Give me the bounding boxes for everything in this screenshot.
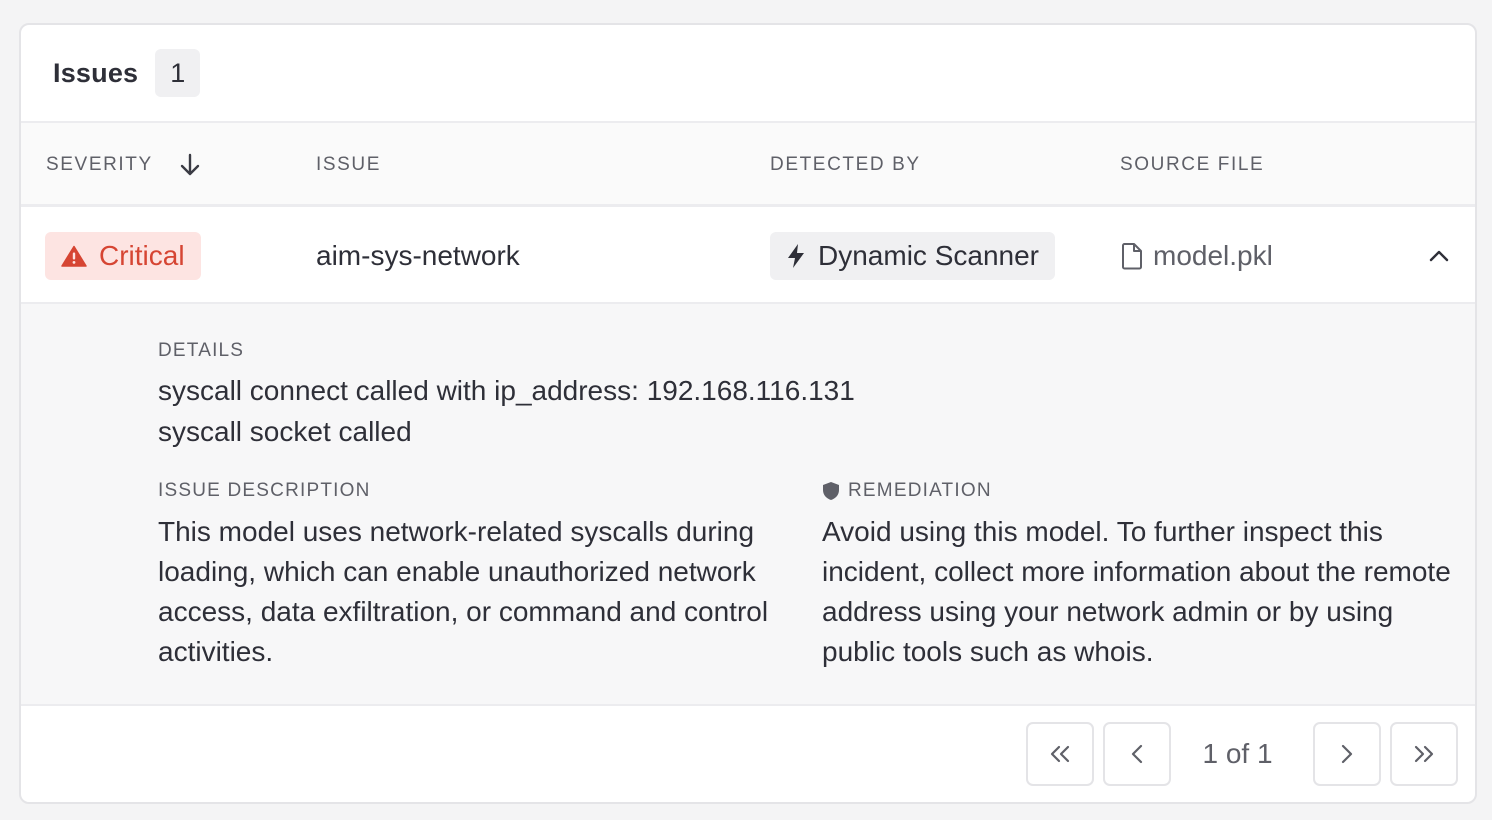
issue-description-section: ISSUE DESCRIPTION This model uses networ… (158, 480, 798, 672)
detected-by-badge: Dynamic Scanner (770, 231, 1055, 280)
last-page-button[interactable] (1390, 722, 1458, 786)
remediation-text: Avoid using this model. To further inspe… (822, 516, 1451, 667)
table-header: SEVERITY ISSUE DETECTED BY SOURCE FILE (21, 123, 1475, 207)
column-header-issue[interactable]: ISSUE (316, 123, 381, 207)
issues-panel: Issues 1 SEVERITY ISSUE DETECTED BY SOUR… (19, 23, 1477, 804)
first-page-button[interactable] (1026, 722, 1094, 786)
detected-by-cell: Dynamic Scanner (770, 207, 1055, 304)
detected-by-label: Dynamic Scanner (818, 239, 1039, 271)
shield-icon (822, 481, 840, 501)
severity-cell: Critical (45, 207, 201, 304)
source-file-cell: model.pkl (1121, 207, 1273, 304)
next-page-button[interactable] (1313, 722, 1381, 786)
source-file-name: model.pkl (1153, 239, 1273, 271)
chevron-up-icon (1429, 250, 1449, 262)
chevrons-left-icon (1049, 745, 1071, 763)
previous-page-button[interactable] (1103, 722, 1171, 786)
column-header-detected-by[interactable]: DETECTED BY (770, 123, 921, 207)
column-header-severity[interactable]: SEVERITY (46, 123, 201, 207)
remediation-label: REMEDIATION (848, 480, 992, 501)
expanded-details-panel: DETAILS syscall connect called with ip_a… (21, 304, 1475, 706)
issue-description-label: ISSUE DESCRIPTION (158, 480, 371, 501)
details-section: DETAILS syscall connect called with ip_a… (158, 340, 855, 452)
panel-header: Issues 1 (21, 25, 1475, 123)
warning-triangle-icon (61, 245, 87, 267)
collapse-row-button[interactable] (1419, 207, 1459, 304)
lightning-bolt-icon (786, 243, 806, 269)
pagination: 1 of 1 (1026, 722, 1458, 786)
issue-count-badge: 1 (155, 49, 201, 97)
remediation-section: REMEDIATION Avoid using this model. To f… (822, 480, 1462, 672)
issue-name: aim-sys-network (316, 239, 520, 271)
arrow-down-icon[interactable] (179, 153, 201, 177)
column-header-source-file[interactable]: SOURCE FILE (1120, 123, 1264, 207)
severity-badge: Critical (45, 231, 201, 280)
chevrons-right-icon (1413, 745, 1435, 763)
chevron-left-icon (1130, 744, 1144, 764)
page-indicator: 1 of 1 (1202, 738, 1273, 769)
table-row[interactable]: Critical aim-sys-network Dynamic Scanner… (21, 207, 1475, 304)
file-icon (1121, 242, 1143, 270)
chevron-right-icon (1340, 744, 1354, 764)
severity-label: Critical (99, 239, 185, 271)
details-line: syscall socket called (158, 416, 412, 447)
details-line: syscall connect called with ip_address: … (158, 375, 855, 406)
details-label: DETAILS (158, 340, 245, 361)
panel-title: Issues (53, 57, 139, 88)
column-header-severity-label: SEVERITY (46, 154, 153, 175)
issue-description-text: This model uses network-related syscalls… (158, 516, 769, 667)
